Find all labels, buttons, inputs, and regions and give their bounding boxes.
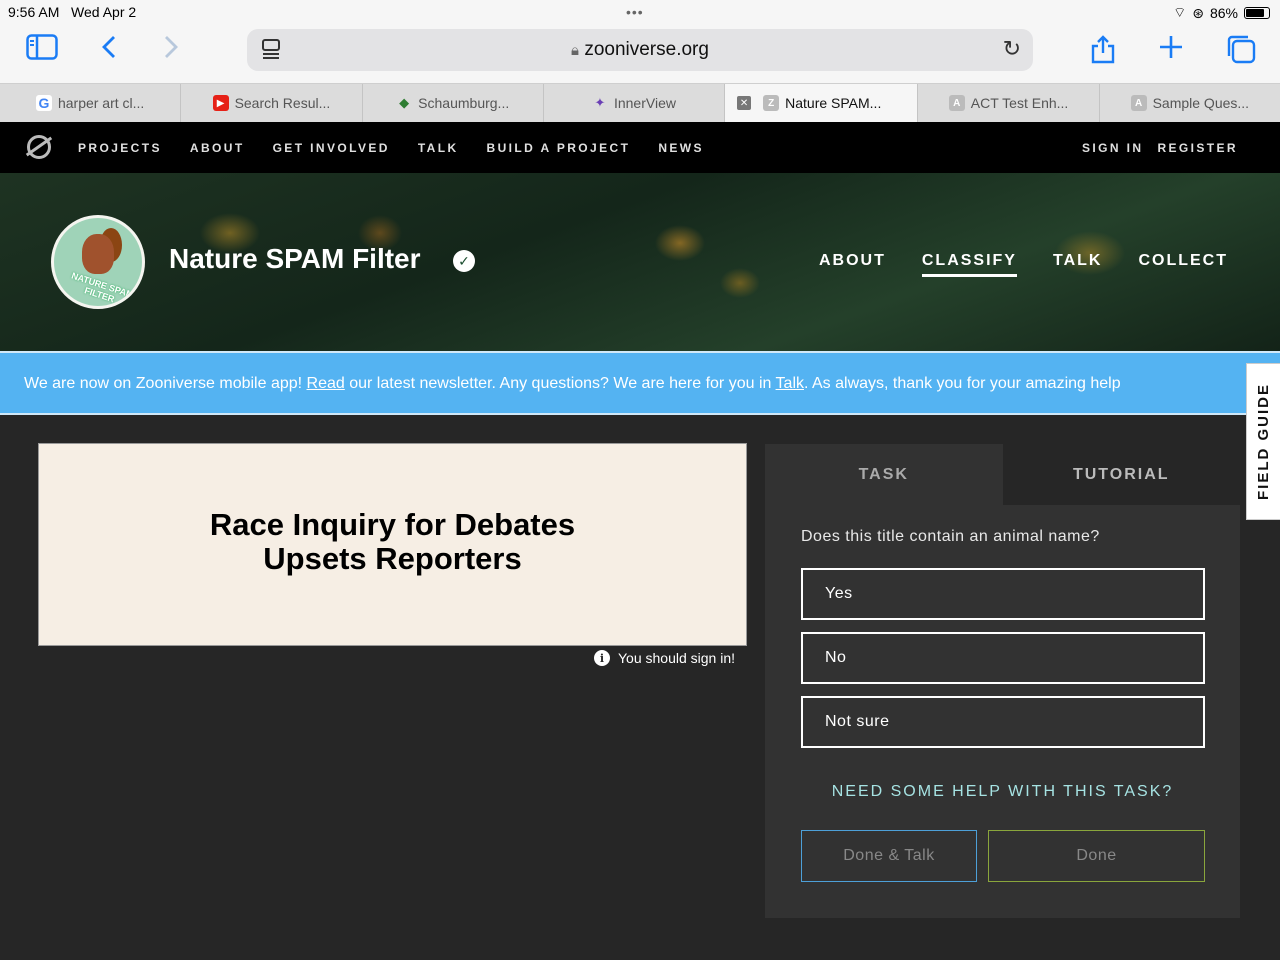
register-link[interactable]: REGISTER xyxy=(1157,141,1238,155)
tab-task[interactable]: TASK xyxy=(765,444,1003,505)
auth-links: SIGN IN REGISTER xyxy=(1082,141,1238,155)
project-nav: ABOUT CLASSIFY TALK COLLECT xyxy=(819,252,1228,277)
task-question: Does this title contain an animal name? xyxy=(801,528,1100,545)
done-button[interactable]: Done xyxy=(988,830,1205,882)
browser-tab-active[interactable]: ✕ Z Nature SPAM... xyxy=(725,84,919,122)
sign-in-note-text: You should sign in! xyxy=(618,650,736,666)
browser-tab[interactable]: A ACT Test Enh... xyxy=(918,84,1100,122)
new-tab-icon[interactable] xyxy=(1158,34,1184,66)
browser-tab[interactable]: ✦ InnerView xyxy=(544,84,726,122)
multitask-dots-icon[interactable]: ••• xyxy=(626,4,644,20)
browser-tab[interactable]: A Sample Ques... xyxy=(1100,84,1280,122)
tabs-overview-icon[interactable] xyxy=(1226,34,1256,70)
answer-not-sure-button[interactable]: Not sure xyxy=(801,696,1205,748)
banner-text: We are now on Zooniverse mobile app! Rea… xyxy=(24,375,1121,393)
field-guide-tab[interactable]: FIELD GUIDE xyxy=(1246,363,1280,520)
banner-text-part: . As always, thank you for your amazing … xyxy=(804,375,1121,392)
zooniverse-logo-icon[interactable] xyxy=(27,135,51,159)
sidebar-toggle-icon[interactable] xyxy=(26,34,58,66)
project-avatar[interactable]: NATURE SPAM FILTER xyxy=(51,215,145,309)
nav-about[interactable]: ABOUT xyxy=(190,141,245,155)
browser-tab[interactable]: Gharper art cl... xyxy=(0,84,182,122)
tab-strip: Gharper art cl... ▶ Search Resul... ◆ Scha… xyxy=(0,83,1280,122)
address-bar[interactable]: 🔒︎ zooniverse.org ↻ xyxy=(247,29,1033,71)
project-nav-about[interactable]: ABOUT xyxy=(819,252,886,277)
field-guide-label: FIELD GUIDE xyxy=(1255,382,1273,501)
google-icon: G xyxy=(35,95,52,111)
task-tabs: TASK TUTORIAL xyxy=(765,444,1240,505)
nav-get-involved[interactable]: GET INVOLVED xyxy=(273,141,390,155)
lock-icon: 🔒︎ xyxy=(571,42,580,59)
schaumburg-icon: ◆ xyxy=(399,95,410,110)
announcement-banner: We are now on Zooniverse mobile app! Rea… xyxy=(0,351,1280,415)
innerview-icon: ✦ xyxy=(594,95,606,110)
nav-news[interactable]: NEWS xyxy=(658,141,704,155)
site-nav-links: PROJECTS ABOUT GET INVOLVED TALK BUILD A… xyxy=(78,141,704,155)
close-tab-icon[interactable]: ✕ xyxy=(737,96,752,110)
task-help-link[interactable]: NEED SOME HELP WITH THIS TASK? xyxy=(765,783,1240,801)
project-nav-classify[interactable]: CLASSIFY xyxy=(921,252,1017,277)
act-favicon-icon: A xyxy=(948,95,965,111)
url-text[interactable]: 🔒︎ zooniverse.org xyxy=(247,39,1033,61)
info-icon: i xyxy=(594,650,610,666)
browser-tab[interactable]: ▶ Search Resul... xyxy=(181,84,363,122)
nav-build-a-project[interactable]: BUILD A PROJECT xyxy=(487,141,631,155)
answer-no-button[interactable]: No xyxy=(801,632,1205,684)
subject-image: Race Inquiry for Debates Upsets Reporter… xyxy=(38,443,747,646)
browser-chrome: 9:56 AM Wed Apr 2 ••• ⌔ ⊛ 86% 🔒︎ zoonive… xyxy=(0,0,1280,83)
share-icon[interactable] xyxy=(1090,34,1116,70)
banner-text-part: We are now on Zooniverse mobile app! xyxy=(24,375,307,392)
status-time: 9:56 AM Wed Apr 2 xyxy=(8,4,137,20)
subject-title-text: Race Inquiry for Debates Upsets Reporter… xyxy=(209,507,576,576)
done-and-talk-button[interactable]: Done & Talk xyxy=(801,830,977,882)
nav-talk[interactable]: TALK xyxy=(418,141,459,155)
orientation-lock-icon: ⊛ xyxy=(1192,4,1204,21)
sample-favicon-icon: A xyxy=(1130,95,1147,111)
banner-text-part: our latest newsletter. Any questions? We… xyxy=(344,375,776,392)
zooniverse-favicon-icon: Z xyxy=(763,95,780,111)
sign-in-note: i You should sign in! xyxy=(594,650,735,666)
sign-in-link[interactable]: SIGN IN xyxy=(1082,141,1143,155)
wifi-icon: ⌔ xyxy=(1173,4,1187,20)
newsletter-link[interactable]: Read xyxy=(307,375,345,392)
project-nav-collect[interactable]: COLLECT xyxy=(1138,252,1228,277)
tab-tutorial[interactable]: TUTORIAL xyxy=(1002,444,1240,505)
project-nav-talk[interactable]: TALK xyxy=(1053,252,1102,277)
task-panel: TASK TUTORIAL Does this title contain an… xyxy=(765,444,1240,918)
youtube-icon: ▶ xyxy=(212,95,229,111)
verified-check-icon: ✓ xyxy=(453,250,475,272)
forward-icon[interactable] xyxy=(162,34,180,66)
squirrel-icon xyxy=(82,234,114,274)
answer-yes-button[interactable]: Yes xyxy=(801,568,1205,620)
battery-icon xyxy=(1244,7,1270,19)
project-header: NATURE SPAM FILTER Nature SPAM Filter ✓ … xyxy=(0,173,1280,351)
back-icon[interactable] xyxy=(100,34,118,66)
browser-tab[interactable]: ◆ Schaumburg... xyxy=(363,84,544,122)
status-indicators: ⌔ ⊛ 86% xyxy=(1173,4,1270,22)
nav-projects[interactable]: PROJECTS xyxy=(78,141,162,155)
site-nav: PROJECTS ABOUT GET INVOLVED TALK BUILD A… xyxy=(0,122,1280,173)
battery-percent: 86% xyxy=(1209,5,1238,21)
project-title[interactable]: Nature SPAM Filter xyxy=(169,243,421,275)
reload-icon[interactable]: ↻ xyxy=(1003,36,1021,62)
talk-link[interactable]: Talk xyxy=(776,375,804,392)
